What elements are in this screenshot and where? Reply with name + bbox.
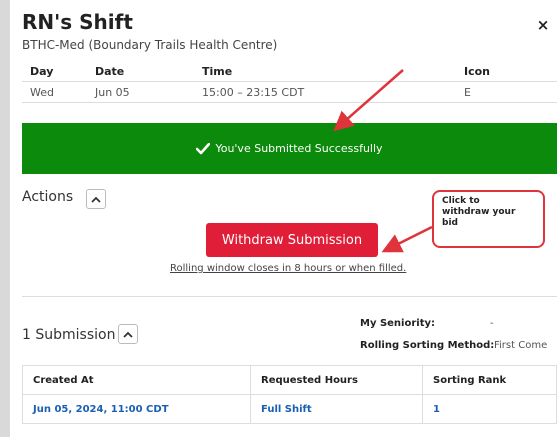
seniority-value: - bbox=[490, 318, 494, 329]
callout-line: withdraw your bbox=[442, 207, 516, 217]
success-message: You've Submitted Successfully bbox=[215, 142, 383, 155]
cell-created-at[interactable]: Jun 05, 2024, 11:00 CDT bbox=[22, 394, 251, 424]
column-header-created-at: Created At bbox=[22, 365, 251, 395]
actions-heading: Actions bbox=[22, 189, 74, 205]
arrow-to-withdraw bbox=[381, 225, 433, 253]
cell-day: Wed bbox=[22, 81, 87, 103]
column-header-time: Time bbox=[194, 61, 456, 82]
section-divider bbox=[22, 296, 557, 297]
submissions-collapse-button[interactable] bbox=[118, 324, 138, 344]
callout-line: Click to bbox=[442, 196, 480, 206]
table-header-row: Created At Requested Hours Sorting Rank bbox=[22, 365, 557, 395]
cell-icon: E bbox=[456, 81, 557, 103]
table-row: Jun 05, 2024, 11:00 CDT Full Shift 1 bbox=[22, 394, 557, 424]
check-icon bbox=[196, 142, 211, 154]
chevron-up-icon bbox=[91, 196, 101, 203]
sorting-method-label: Rolling Sorting Method: bbox=[360, 340, 495, 351]
actions-collapse-button[interactable] bbox=[86, 189, 106, 209]
column-header-sorting-rank: Sorting Rank bbox=[422, 365, 557, 395]
rolling-window-link[interactable]: Rolling window closes in 8 hours or when… bbox=[170, 263, 406, 274]
cell-date: Jun 05 bbox=[87, 81, 194, 103]
modal-subtitle: BTHC-Med (Boundary Trails Health Centre) bbox=[22, 38, 278, 52]
column-header-requested-hours: Requested Hours bbox=[250, 365, 423, 395]
chevron-up-icon bbox=[123, 331, 133, 338]
success-banner: You've Submitted Successfully bbox=[22, 123, 557, 174]
withdraw-submission-button[interactable]: Withdraw Submission bbox=[206, 223, 378, 257]
shift-modal: RN's Shift BTHC-Med (Boundary Trails Hea… bbox=[10, 0, 557, 437]
column-header-icon: Icon bbox=[456, 61, 557, 82]
shift-table: Day Date Time Icon Wed Jun 05 15:00 – 23… bbox=[22, 61, 557, 103]
column-header-day: Day bbox=[22, 61, 87, 82]
table-row: Wed Jun 05 15:00 – 23:15 CDT E bbox=[22, 81, 557, 103]
column-header-date: Date bbox=[87, 61, 194, 82]
cell-requested-hours[interactable]: Full Shift bbox=[250, 394, 423, 424]
background-overlay bbox=[0, 0, 10, 437]
seniority-label: My Seniority: bbox=[360, 318, 436, 329]
close-icon[interactable]: × bbox=[533, 15, 553, 35]
cell-sorting-rank[interactable]: 1 bbox=[422, 394, 557, 424]
modal-title: RN's Shift bbox=[22, 10, 133, 34]
submissions-table: Created At Requested Hours Sorting Rank … bbox=[22, 365, 557, 424]
submissions-heading: 1 Submission bbox=[22, 327, 116, 343]
cell-time: 15:00 – 23:15 CDT bbox=[194, 81, 456, 103]
sorting-method-value: First Come bbox=[494, 340, 548, 351]
table-header-row: Day Date Time Icon bbox=[22, 61, 557, 82]
callout-line: bid bbox=[442, 218, 458, 228]
annotation-callout: Click to withdraw your bid bbox=[432, 190, 545, 248]
